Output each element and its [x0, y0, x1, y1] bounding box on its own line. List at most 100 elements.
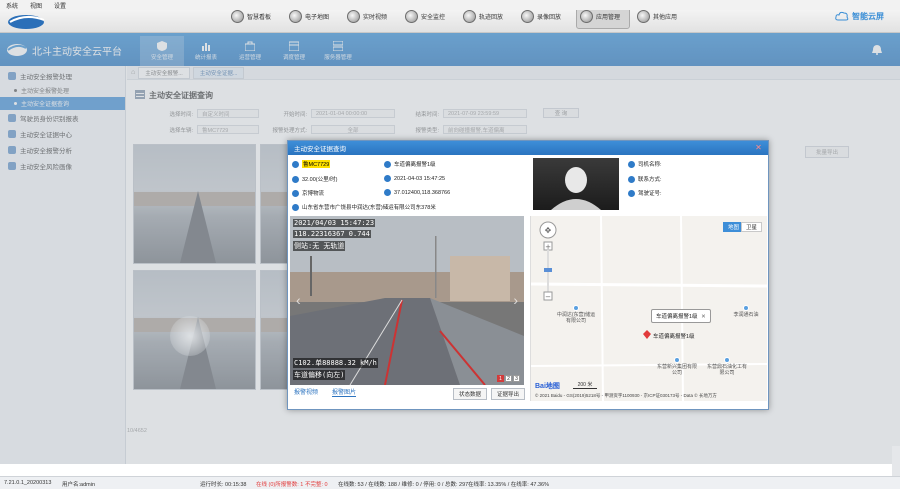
map-navigation: ✥ + − [539, 221, 557, 301]
baidu-map-logo: Bai地图 [535, 383, 560, 390]
pin-icon [292, 203, 299, 211]
osd-status: 侧站:无 无轨道 [293, 241, 346, 251]
marker-label: 车道偏离报警1级 [653, 334, 695, 340]
runtime-text: 运行时长: 00:15:38 [200, 482, 247, 488]
coords-value: 37.012400,118.368766 [394, 189, 451, 196]
svg-text:✥: ✥ [545, 226, 552, 235]
dashboard-icon [231, 10, 244, 23]
poi-label: 东营鼎石油化工有限公司 [707, 364, 748, 376]
alarm-type-value: 车道偏离报警1级 [394, 162, 436, 168]
alarm-icon [384, 160, 391, 168]
driver-name-field: 司机名称: [628, 160, 662, 168]
alarm-type-field: 车道偏离报警1级 [384, 160, 436, 168]
menu-view[interactable]: 视图 [30, 1, 42, 10]
poi-label: 中润达(东营)储运有限公司 [556, 312, 596, 324]
location-icon [384, 189, 391, 196]
baidu-map[interactable]: ✥ + − 地图 卫星 中润达(东营)储运有限公司 东营新兴集团有限公司 东营鼎… [530, 216, 767, 401]
company-icon [292, 189, 299, 197]
license-field: 驾驶证号: [628, 189, 662, 197]
online-rate-text: 在线率: 13.35% / 在线率: 47.36% [468, 482, 550, 488]
cloud-icon [835, 11, 849, 21]
track-icon [463, 10, 476, 23]
osd-alarm: 车道偏移(向左) [293, 370, 346, 380]
poi-icon [724, 357, 730, 363]
driver-silhouette [551, 167, 601, 210]
plate-field: 鲁MC7729 [292, 160, 331, 168]
module-label: 安全监控 [421, 15, 446, 21]
car-icon [292, 160, 299, 168]
company-value: 京博物流 [302, 191, 325, 197]
plate-value: 鲁MC7729 [302, 160, 331, 168]
poi-marker[interactable]: 中润达(东营)储运有限公司 [555, 305, 597, 324]
user-text: 用户名:admin [62, 482, 96, 488]
map-scale: 200 米 [573, 381, 597, 389]
image-page-1[interactable]: 1 [497, 375, 504, 382]
shield-icon [405, 10, 418, 23]
brand-label: 智能云屏 [852, 11, 884, 21]
image-pager: 1 2 3 [497, 375, 520, 382]
svg-text:+: + [545, 243, 551, 251]
callout-close-icon[interactable]: ✕ [701, 314, 706, 320]
address-field: 山东省东营市广饶县中润达(东营)储运有限公司东378米 [292, 203, 436, 211]
menu-system[interactable]: 系统 [6, 1, 18, 10]
svg-text:−: − [545, 293, 551, 301]
address-value: 山东省东营市广饶县中润达(东营)储运有限公司东378米 [302, 205, 436, 211]
contact-label: 联系方式: [638, 177, 662, 183]
prev-image-icon[interactable]: ‹ [296, 292, 301, 308]
evidence-image[interactable]: 2021/04/03 15:47:23 118.22316367 0.744 侧… [290, 216, 524, 385]
next-image-icon[interactable]: › [513, 292, 518, 308]
evidence-export-button[interactable]: 证据导出 [491, 388, 526, 400]
dialog-title: 主动安全证据查询 [294, 146, 346, 153]
poi-label: 东营新兴集团有限公司 [657, 364, 698, 376]
callout-text: 车道偏离报警1级 [656, 314, 698, 320]
poi-label: 李润通石油 [733, 312, 759, 318]
poi-marker[interactable]: 东营新兴集团有限公司 [657, 357, 697, 376]
map-type-satellite[interactable]: 卫星 [741, 222, 763, 232]
image-page-3[interactable]: 3 [513, 375, 520, 382]
id-card-icon [628, 189, 635, 197]
module-label: 实时视频 [363, 15, 388, 21]
vehicle-marker-icon[interactable] [643, 330, 651, 339]
osd-coordinates: 118.22316367 0.744 [293, 230, 371, 238]
module-label: 智慧看板 [247, 15, 272, 21]
speedometer-icon [292, 175, 299, 183]
coords-field: 37.012400,118.368766 [384, 189, 450, 196]
evidence-dialog: 主动安全证据查询 ✕ 鲁MC7729 车道偏离报警1级 32.00(公里/时) … [287, 140, 769, 410]
map-icon [289, 10, 302, 23]
more-icon [637, 10, 650, 23]
company-logo [8, 15, 45, 29]
version-text: 7.21.0.1_20200313 [4, 480, 52, 486]
alarm-count-text: 在线 (0)所报警数: 1 [256, 482, 304, 488]
poi-icon [573, 305, 579, 311]
module-label: 其他应用 [653, 15, 678, 21]
brand-logo: 智能云屏 [835, 9, 884, 23]
map-callout[interactable]: 车道偏离报警1级 ✕ [651, 309, 711, 323]
online-stats-text: 在线数: 53 / 在线数: 188 / 维修: 0 / 停用: 0 / 总数:… [338, 482, 469, 488]
tab-alarm-video[interactable]: 报警视频 [294, 387, 318, 397]
scrollbar[interactable] [892, 446, 900, 476]
poi-icon [674, 357, 680, 363]
poi-marker[interactable]: 东营鼎石油化工有限公司 [707, 357, 747, 376]
license-label: 驾驶证号: [638, 191, 662, 197]
company-field: 京博物流 [292, 189, 324, 197]
menu-settings[interactable]: 设置 [54, 1, 66, 10]
tab-alarm-image[interactable]: 报警图片 [332, 387, 357, 397]
app-icon [580, 10, 593, 23]
time-field: 2021-04-03 15:47:25 [384, 175, 445, 182]
video-icon [347, 10, 360, 23]
status-bar: 7.21.0.1_20200313 用户名:admin 运行时长: 00:15:… [0, 476, 900, 489]
driver-photo[interactable] [533, 158, 619, 210]
module-label: 应用管理 [596, 15, 621, 21]
close-icon[interactable]: ✕ [754, 143, 763, 152]
menubar: 系统 视图 设置 [0, 0, 900, 10]
map-zoom-control: ✥ + − [538, 220, 558, 306]
module-label: 轨迹回放 [479, 15, 504, 21]
status-data-button[interactable]: 状态数据 [453, 388, 488, 400]
module-label: 电子地图 [305, 15, 330, 21]
poi-icon [743, 305, 749, 311]
image-page-2[interactable]: 2 [505, 375, 512, 382]
playback-icon [521, 10, 534, 23]
clock-icon [384, 175, 391, 182]
poi-marker[interactable]: 李润通石油 [726, 305, 766, 318]
speed-field: 32.00(公里/时) [292, 175, 337, 183]
